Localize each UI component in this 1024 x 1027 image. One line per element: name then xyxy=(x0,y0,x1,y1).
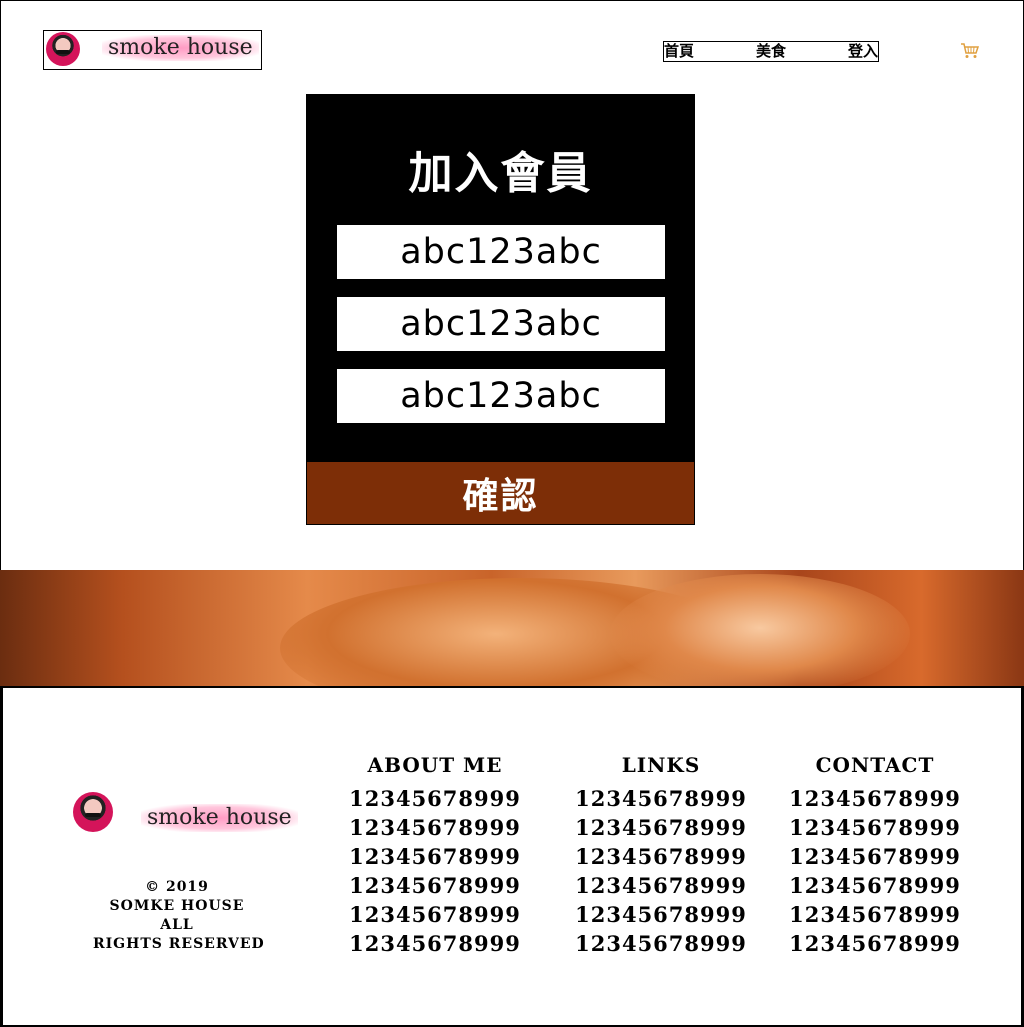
nav-login-link[interactable]: 登入 xyxy=(848,42,878,61)
copyright-line: RIGHTS RESERVED xyxy=(93,936,265,952)
footer-link[interactable]: 12345678999 xyxy=(775,929,975,958)
footer-link[interactable]: 12345678999 xyxy=(335,900,535,929)
footer-link[interactable]: 12345678999 xyxy=(335,842,535,871)
footer-chef-avatar-icon xyxy=(73,792,113,832)
footer-link[interactable]: 12345678999 xyxy=(335,871,535,900)
signup-title: 加入會員 xyxy=(408,148,593,199)
copyright-line: ALL xyxy=(160,917,194,933)
footer-link[interactable]: 12345678999 xyxy=(335,784,535,813)
footer-column-title: ABOUT ME xyxy=(367,753,503,777)
roast-chicken-banner-image xyxy=(0,570,1024,686)
confirm-button[interactable]: 確認 xyxy=(307,462,694,524)
footer-link[interactable]: 12345678999 xyxy=(775,813,975,842)
footer-column-title: CONTACT xyxy=(815,753,935,777)
nav-home-link[interactable]: 首頁 xyxy=(664,42,694,61)
shopping-cart-icon[interactable] xyxy=(961,43,979,59)
chef-avatar-icon xyxy=(46,32,80,66)
signup-field-1[interactable] xyxy=(337,225,665,279)
footer-link[interactable]: 12345678999 xyxy=(561,871,761,900)
footer-link[interactable]: 12345678999 xyxy=(561,784,761,813)
copyright-line: SOMKE HOUSE xyxy=(109,898,245,914)
footer-link[interactable]: 12345678999 xyxy=(335,813,535,842)
footer-link[interactable]: 12345678999 xyxy=(561,813,761,842)
footer-link[interactable]: 12345678999 xyxy=(561,900,761,929)
copyright: © 2019 SOMKE HOUSE ALL RIGHTS RESERVED xyxy=(93,878,265,954)
signup-panel: 加入會員 確認 xyxy=(306,94,695,525)
header-logo[interactable]: smoke house xyxy=(43,30,262,70)
signup-field-3[interactable] xyxy=(337,369,665,423)
footer: smoke house © 2019 SOMKE HOUSE ALL RIGHT… xyxy=(1,686,1023,1027)
footer-column-title: LINKS xyxy=(621,753,701,777)
nav-food-link[interactable]: 美食 xyxy=(756,42,786,61)
footer-logo-text: smoke house xyxy=(141,804,298,832)
main-nav: 首頁 美食 登入 xyxy=(663,41,879,62)
logo-text: smoke house xyxy=(102,35,259,61)
footer-link[interactable]: 12345678999 xyxy=(561,842,761,871)
footer-link[interactable]: 12345678999 xyxy=(775,871,975,900)
footer-link[interactable]: 12345678999 xyxy=(775,784,975,813)
footer-link[interactable]: 12345678999 xyxy=(775,842,975,871)
signup-field-2[interactable] xyxy=(337,297,665,351)
footer-link[interactable]: 12345678999 xyxy=(561,929,761,958)
footer-link[interactable]: 12345678999 xyxy=(335,929,535,958)
footer-column-contact: CONTACT 12345678999 12345678999 12345678… xyxy=(775,748,975,958)
footer-column-about: ABOUT ME 12345678999 12345678999 1234567… xyxy=(335,748,535,958)
footer-column-links: LINKS 12345678999 12345678999 1234567899… xyxy=(561,748,761,958)
footer-link[interactable]: 12345678999 xyxy=(775,900,975,929)
copyright-line: © 2019 xyxy=(145,879,209,895)
